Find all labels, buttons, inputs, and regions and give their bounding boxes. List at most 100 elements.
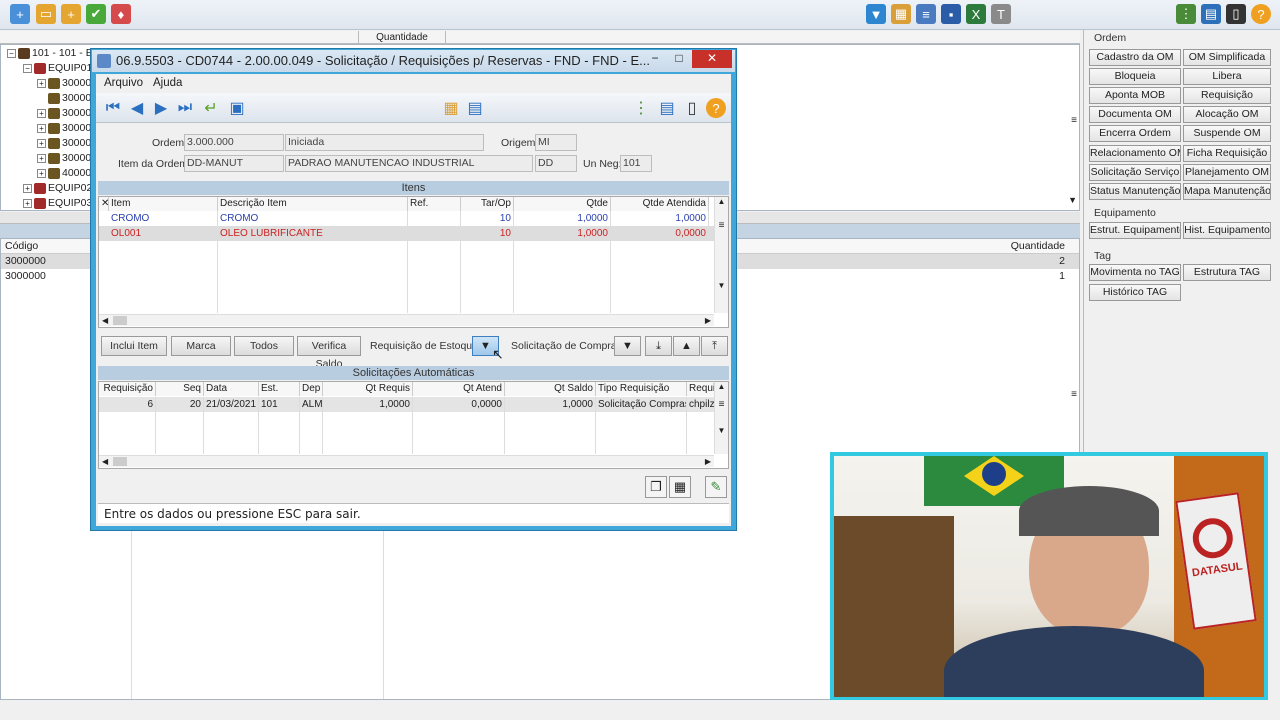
pin-icon[interactable]: ♦ (111, 4, 131, 24)
estrutura-tag-button[interactable]: Estrutura TAG (1183, 264, 1271, 281)
horizontal-scrollbar[interactable]: ◀ ▶ (99, 314, 714, 326)
next-record-icon[interactable]: ▶ (150, 97, 172, 119)
bloqueia-button[interactable]: Bloqueia (1089, 68, 1181, 85)
move-down-button[interactable]: ▼ (614, 336, 641, 356)
col-header[interactable]: Seq (156, 382, 204, 396)
menu-arquivo[interactable]: Arquivo (104, 77, 143, 89)
aponta-mob-button[interactable]: Aponta MOB (1089, 87, 1181, 104)
tree-node[interactable]: + EQUIP02 (23, 181, 92, 196)
vertical-scrollbar[interactable]: ▲ ≡ ▼ (714, 197, 728, 313)
help-icon[interactable]: ? (1251, 4, 1271, 24)
alocacao-om-button[interactable]: Alocação OM (1183, 106, 1271, 123)
col-header[interactable]: Item (109, 197, 218, 211)
planejamento-om-button[interactable]: Planejamento OM (1183, 164, 1271, 181)
unneg-field[interactable]: 101 (620, 155, 652, 172)
om-simplificada-button[interactable]: OM Simplificada (1183, 49, 1271, 66)
user-report-icon[interactable]: ▤ (464, 97, 486, 119)
maximize-button[interactable]: □ (668, 50, 690, 68)
cadastro-om-button[interactable]: Cadastro da OM (1089, 49, 1181, 66)
table-row[interactable]: OL001 OLEO LUBRIFICANTE 10 1,0000 0,0000 (99, 226, 714, 241)
txt-export-icon[interactable]: T (991, 4, 1011, 24)
estrut-equipamento-button[interactable]: Estrut. Equipamento (1089, 222, 1181, 239)
itens-table[interactable]: ✕ Item Descrição Item Ref. Tar/Op Qtde Q… (98, 196, 729, 328)
col-header[interactable]: Ref. (408, 197, 461, 211)
edit-grid-icon[interactable]: ▦ (440, 97, 462, 119)
item-ordem-field[interactable]: DD-MANUT (184, 155, 284, 172)
splitter-handle-icon[interactable]: ≡ (1071, 115, 1077, 126)
printer-icon[interactable]: ▤ (1201, 4, 1221, 24)
mapa-manutencao-button[interactable]: Mapa Manutenção (1183, 183, 1271, 200)
last-record-icon[interactable]: ⏭ (174, 97, 196, 119)
solicitacao-servico-button[interactable]: Solicitação Serviço (1089, 164, 1181, 181)
marca-button[interactable]: Marca (171, 336, 231, 356)
tree-node[interactable]: +30000 (37, 121, 91, 136)
col-header[interactable]: Qtde Atendida (611, 197, 709, 211)
windows-icon[interactable]: ▪ (941, 4, 961, 24)
table-grid-icon[interactable]: ▦ (669, 476, 691, 498)
tree-node[interactable]: +30000 (37, 136, 91, 151)
col-header[interactable]: Requisição (99, 382, 156, 396)
search-screen-icon[interactable]: ▣ (226, 97, 248, 119)
horizontal-scrollbar[interactable]: ◀ ▶ (99, 455, 714, 467)
first-record-icon[interactable]: ⏮ (102, 97, 124, 119)
exit-door-icon[interactable]: ▯ (681, 97, 703, 119)
requisicao-button[interactable]: Requisição (1183, 87, 1271, 104)
col-header[interactable]: Qtde (514, 197, 611, 211)
ficha-requisicao-button[interactable]: Ficha Requisição (1183, 145, 1271, 162)
tree-node[interactable]: + EQUIP03 (23, 196, 92, 211)
tree-icon[interactable]: ≡ (916, 4, 936, 24)
col-header[interactable]: Qt Requis (323, 382, 413, 396)
movimenta-tag-button[interactable]: Movimenta no TAG (1089, 264, 1181, 281)
status-manutencao-button[interactable]: Status Manutenção (1089, 183, 1181, 200)
tree-root[interactable]: −101 - 101 - E (7, 46, 93, 61)
windows-stack-icon[interactable]: ❐ (645, 476, 667, 498)
col-header[interactable]: Tar/Op (461, 197, 514, 211)
table-row[interactable]: 6 20 21/03/2021 101 ALM 1,0000 0,0000 1,… (99, 397, 715, 412)
add-folder-icon[interactable]: + (61, 4, 81, 24)
menu-ajuda[interactable]: Ajuda (153, 77, 182, 89)
historico-tag-button[interactable]: Histórico TAG (1089, 284, 1181, 301)
col-header[interactable]: Data (204, 382, 259, 396)
help-icon[interactable]: ? (706, 98, 726, 118)
grid-edit-icon[interactable]: ▦ (891, 4, 911, 24)
verifica-saldo-button[interactable]: Verifica Saldo (297, 336, 361, 370)
scroll-down-icon[interactable]: ▼ (1068, 195, 1077, 205)
goto-icon[interactable]: ↵ (200, 97, 222, 119)
vertical-scrollbar[interactable]: ▲ ≡ ▼ (714, 382, 728, 454)
tree-node[interactable]: +30000 (37, 106, 91, 121)
todos-button[interactable]: Todos (234, 336, 294, 356)
col-header[interactable]: Requi (687, 382, 715, 396)
item-ordem-description[interactable]: PADRAO MANUTENCAO INDUSTRIAL (285, 155, 533, 172)
col-header[interactable]: Qt Atend (413, 382, 505, 396)
tree-node[interactable]: +30000 (37, 151, 91, 166)
tree-node[interactable]: +30000 (37, 76, 91, 91)
col-header[interactable]: Est. (259, 382, 300, 396)
hierarchy-icon[interactable]: ⋮ (630, 97, 652, 119)
tree-node[interactable]: +40000 (37, 166, 91, 181)
ordem-status-field[interactable]: Iniciada (285, 134, 484, 151)
close-button[interactable]: ✕ (692, 50, 732, 68)
filter-icon[interactable]: ▼ (866, 4, 886, 24)
documenta-om-button[interactable]: Documenta OM (1089, 106, 1181, 123)
col-header[interactable]: Dep (300, 382, 323, 396)
origem-field[interactable]: MI (535, 134, 577, 151)
printer-icon[interactable]: ▤ (656, 97, 678, 119)
tree-node[interactable]: − EQUIP01 (23, 61, 92, 76)
col-header[interactable]: Descrição Item (218, 197, 408, 211)
libera-button[interactable]: Libera (1183, 68, 1271, 85)
splitter-handle-icon[interactable]: ≡ (1071, 389, 1077, 400)
move-bottom-button[interactable]: ⤓ (645, 336, 672, 356)
relacionamento-om-button[interactable]: Relacionamento OM (1089, 145, 1181, 162)
ordem-field[interactable]: 3.000.000 (184, 134, 284, 151)
encerra-ordem-button[interactable]: Encerra Ordem (1089, 125, 1181, 142)
open-folder-icon[interactable]: ▭ (36, 4, 56, 24)
new-file-icon[interactable]: + (10, 4, 30, 24)
move-top-button[interactable]: ⤒ (701, 336, 728, 356)
close-icon[interactable]: ✕ (99, 197, 109, 211)
move-up-button[interactable]: ▲ (673, 336, 700, 356)
hist-equipamento-button[interactable]: Hist. Equipamento (1183, 222, 1271, 239)
excel-icon[interactable]: X (966, 4, 986, 24)
col-header[interactable]: Tipo Requisição (596, 382, 687, 396)
hierarchy-icon[interactable]: ⋮ (1176, 4, 1196, 24)
minimize-button[interactable]: − (644, 50, 666, 68)
